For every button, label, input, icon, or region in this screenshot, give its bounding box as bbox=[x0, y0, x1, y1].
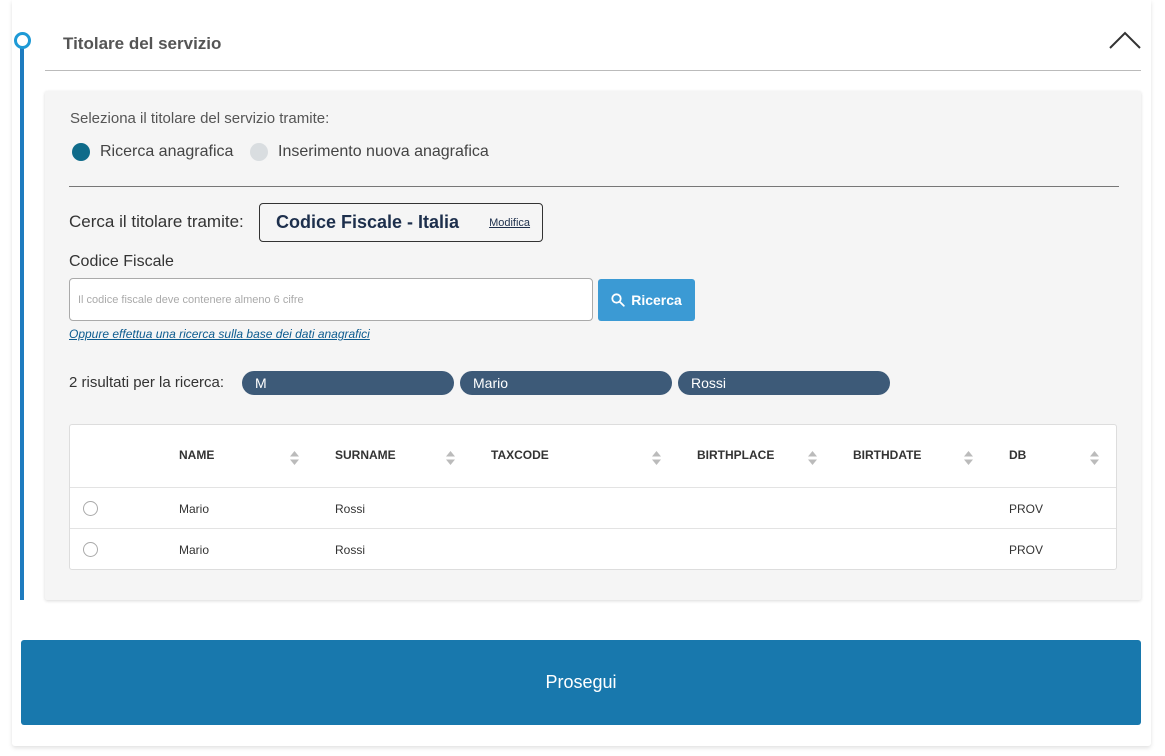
radio-label: Inserimento nuova anagrafica bbox=[278, 143, 489, 160]
search-term-chip: Mario bbox=[460, 371, 672, 395]
cell-name: Mario bbox=[179, 543, 210, 557]
search-mode-value: Codice Fiscale - Italia bbox=[276, 212, 460, 232]
sort-icon[interactable] bbox=[1090, 451, 1099, 465]
sort-icon[interactable] bbox=[446, 451, 455, 465]
column-header-db[interactable]: DB bbox=[1009, 448, 1026, 462]
radio-label: Ricerca anagrafica bbox=[100, 143, 234, 160]
sort-icon[interactable] bbox=[652, 451, 661, 465]
cell-name: Mario bbox=[179, 502, 210, 516]
column-header-name[interactable]: NAME bbox=[179, 448, 214, 462]
codice-fiscale-input[interactable] bbox=[69, 278, 593, 321]
sort-icon[interactable] bbox=[964, 451, 973, 465]
anagrafica-search-link[interactable]: Oppure effettua una ricerca sulla base d… bbox=[69, 327, 370, 341]
collapse-button[interactable] bbox=[1108, 28, 1142, 52]
proceed-button-label: Prosegui bbox=[545, 672, 617, 692]
row-select-radio[interactable] bbox=[83, 501, 98, 516]
timeline-line bbox=[20, 46, 24, 600]
cell-surname: Rossi bbox=[335, 543, 366, 557]
search-button-label: Ricerca bbox=[631, 292, 682, 308]
selection-label: Seleziona il titolare del servizio trami… bbox=[70, 110, 330, 127]
radio-ricerca-anagrafica[interactable]: Ricerca anagrafica bbox=[72, 143, 233, 161]
table-divider bbox=[70, 528, 1116, 529]
search-term-chip: Rossi bbox=[678, 371, 890, 395]
search-button[interactable]: Ricerca bbox=[598, 279, 695, 321]
radio-inserimento-nuova-anagrafica[interactable]: Inserimento nuova anagrafica bbox=[250, 143, 489, 161]
results-label: 2 risultati per la ricerca: bbox=[69, 374, 225, 391]
proceed-button[interactable]: Prosegui bbox=[21, 640, 1141, 725]
sort-icon[interactable] bbox=[808, 451, 817, 465]
radio-selected-icon bbox=[72, 143, 90, 161]
timeline-step-dot bbox=[14, 32, 31, 49]
sort-icon[interactable] bbox=[290, 451, 299, 465]
radio-unselected-icon bbox=[250, 143, 268, 161]
cell-db: PROV bbox=[1009, 543, 1044, 557]
table-divider bbox=[70, 487, 1116, 488]
section-title: Titolare del servizio bbox=[63, 34, 222, 53]
cell-db: PROV bbox=[1009, 502, 1044, 516]
cell-surname: Rossi bbox=[335, 502, 366, 516]
column-header-taxcode[interactable]: TAXCODE bbox=[491, 448, 549, 462]
column-header-birthdate[interactable]: BIRTHDATE bbox=[853, 448, 921, 462]
results-table: NAME SURNAME TAXCODE BIRTHPLACE BIRTHDAT… bbox=[69, 424, 1117, 570]
panel-divider bbox=[69, 186, 1119, 187]
search-mode-box: Codice Fiscale - Italia Modifica bbox=[259, 203, 543, 242]
column-header-birthplace[interactable]: BIRTHPLACE bbox=[697, 448, 774, 462]
row-select-radio[interactable] bbox=[83, 542, 98, 557]
header-divider bbox=[45, 70, 1141, 71]
search-mode-label: Cerca il titolare tramite: bbox=[69, 212, 244, 231]
search-icon bbox=[611, 293, 625, 307]
search-term-chip: M bbox=[242, 371, 454, 395]
chevron-up-icon bbox=[1109, 31, 1141, 49]
codice-fiscale-label: Codice Fiscale bbox=[69, 253, 174, 270]
modify-link[interactable]: Modifica bbox=[489, 217, 530, 229]
column-header-surname[interactable]: SURNAME bbox=[335, 448, 396, 462]
